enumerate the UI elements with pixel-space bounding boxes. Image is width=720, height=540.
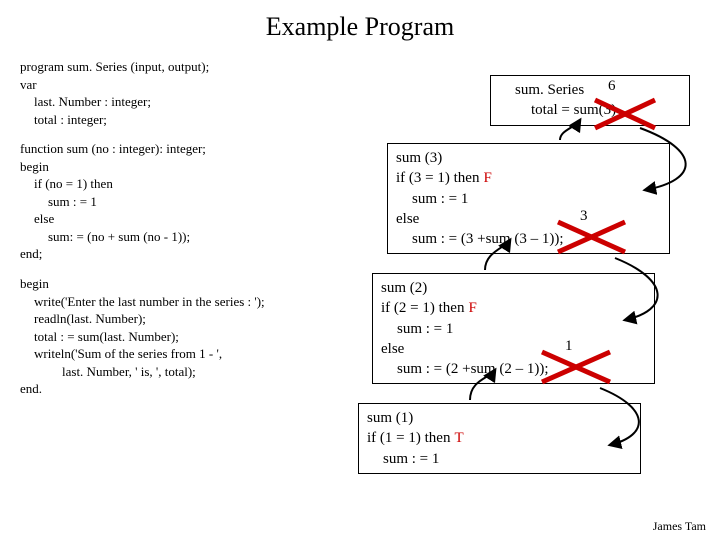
code-line: program sum. Series (input, output); [20,58,320,76]
code-line: total : integer; [20,111,320,129]
code-line: writeln('Sum of the series from 1 - ', [20,345,320,363]
code-line: last. Number : integer; [20,93,320,111]
frame-sum-3: sum (3) if (3 = 1) thenF sum : = 1 else … [387,143,670,254]
code-line: else [20,210,320,228]
frame-line: sum (2) [381,278,646,298]
return-value-6: 6 [608,78,616,95]
code-line: function sum (no : integer): integer; [20,140,320,158]
frame-line: sum (3) [396,148,661,168]
code-line: sum : = 1 [20,193,320,211]
frame-line: if (1 = 1) thenT [367,428,632,448]
frame-sum-2: sum (2) if (2 = 1) thenF sum : = 1 else … [372,273,655,384]
code-line: last. Number, ' is, ', total); [20,363,320,381]
code-line: readln(last. Number); [20,310,320,328]
frame-line: sum : = 1 [367,449,632,469]
truth-false: F [464,300,476,316]
code-line: begin [20,275,320,293]
source-code: program sum. Series (input, output); var… [20,58,320,398]
truth-true: T [450,430,463,446]
frame-sum-1: sum (1) if (1 = 1) thenT sum : = 1 [358,403,641,474]
return-value-3: 3 [580,208,588,225]
code-line: end; [20,245,320,263]
return-value-1: 1 [565,338,573,355]
frame-line: if (2 = 1) thenF [381,298,646,318]
code-line: total : = sum(last. Number); [20,328,320,346]
code-line: sum: = (no + sum (no - 1)); [20,228,320,246]
frame-line: sum. Series [499,80,681,100]
frame-line: sum : = (2 +sum (2 – 1)); [381,359,646,379]
frame-line: sum : = 1 [396,189,661,209]
code-line: begin [20,158,320,176]
frame-line: else [396,209,661,229]
code-line: if (no = 1) then [20,175,320,193]
author-credit: James Tam [653,519,706,534]
frame-line: sum : = 1 [381,319,646,339]
frame-sum-series: sum. Series total = sum(3) [490,75,690,126]
frame-line: sum : = (3 +sum (3 – 1)); [396,229,661,249]
truth-false: F [479,170,491,186]
frame-line: sum (1) [367,408,632,428]
code-line: end. [20,380,320,398]
code-line: write('Enter the last number in the seri… [20,293,320,311]
frame-line: else [381,339,646,359]
frame-line: total = sum(3) [499,100,681,120]
frame-line: if (3 = 1) thenF [396,168,661,188]
page-title: Example Program [0,0,720,42]
code-line: var [20,76,320,94]
